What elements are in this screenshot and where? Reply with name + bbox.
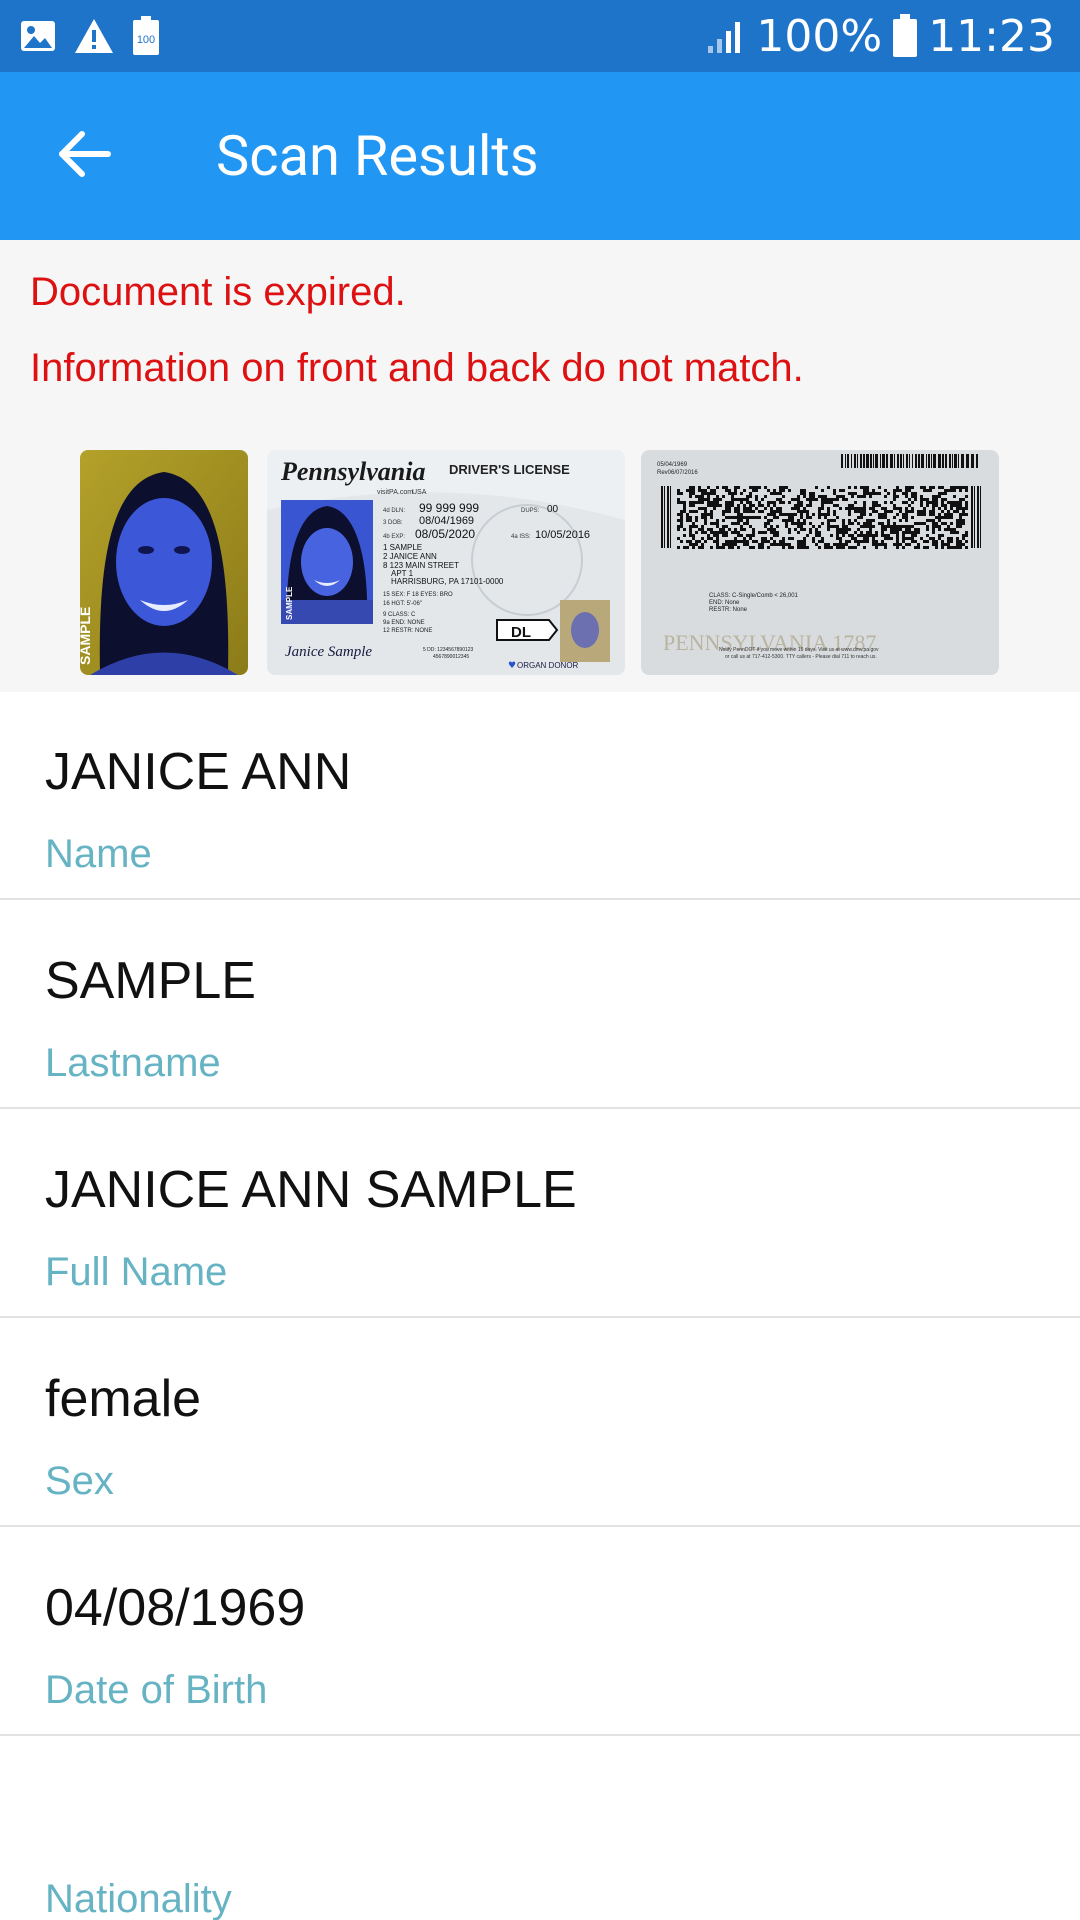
status-bar: 100 100% 11:23 <box>0 0 1080 72</box>
field-label: Date of Birth <box>45 1668 268 1712</box>
svg-text:3 DOB:: 3 DOB: <box>383 520 403 526</box>
field-label: Sex <box>45 1459 114 1503</box>
svg-text:4567890012345: 4567890012345 <box>433 654 469 660</box>
signature: Janice Sample <box>285 644 372 660</box>
image-icon <box>20 18 56 54</box>
status-system: 100% 11:23 <box>706 0 1055 72</box>
svg-text:RESTR: None: RESTR: None <box>709 607 748 613</box>
field-date-of-birth: 04/08/1969 Date of Birth <box>0 1528 1080 1736</box>
svg-text:9a END: NONE: 9a END: NONE <box>383 620 425 626</box>
battery-saver-text: 100 <box>137 34 155 46</box>
svg-text:Notify PennDOT if you move wit: Notify PennDOT if you move within 15 day… <box>719 647 879 653</box>
field-label: Name <box>45 832 152 876</box>
battery-percent: 100% <box>756 10 883 62</box>
field-full-name: JANICE ANN SAMPLE Full Name <box>0 1110 1080 1318</box>
field-nationality: Nationality <box>0 1737 1080 1920</box>
field-label: Nationality <box>45 1877 232 1920</box>
svg-text:ORGAN DONOR: ORGAN DONOR <box>517 661 579 670</box>
svg-text:DUPS:: DUPS: <box>521 508 540 514</box>
svg-text:SAMPLE: SAMPLE <box>285 586 294 620</box>
mismatch-warning: Information on front and back do not mat… <box>30 346 804 390</box>
svg-text:visitPA.com: visitPA.com <box>377 489 413 496</box>
svg-text:4d DLN:: 4d DLN: <box>383 508 405 514</box>
svg-text:08/04/1969: 08/04/1969 <box>419 515 474 527</box>
svg-text:USA: USA <box>412 489 427 496</box>
svg-text:4b EXP:: 4b EXP: <box>383 534 405 540</box>
license-type: DRIVER'S LICENSE <box>449 462 570 477</box>
license-back-image[interactable]: 05/04/1969 Rev06/07/2016 CLASS: C-Single… <box>641 450 999 675</box>
svg-text:4a ISS:: 4a ISS: <box>511 534 531 540</box>
scan-summary: Document is expired. Information on fron… <box>0 240 1080 692</box>
svg-text:08/05/2020: 08/05/2020 <box>415 527 475 541</box>
svg-text:2 JANICE ANN: 2 JANICE ANN <box>383 552 437 561</box>
field-value: SAMPLE <box>45 952 256 1010</box>
back-button[interactable] <box>40 112 128 200</box>
svg-text:9 CLASS: C: 9 CLASS: C <box>383 612 416 618</box>
svg-text:DL: DL <box>511 624 531 641</box>
svg-text:END: None: END: None <box>709 600 740 606</box>
svg-text:05/04/1969: 05/04/1969 <box>657 462 688 468</box>
expired-warning: Document is expired. <box>30 270 406 314</box>
field-value: JANICE ANN <box>45 743 352 801</box>
svg-text:16 HGT: 5'-06": 16 HGT: 5'-06" <box>383 601 422 607</box>
screen: 100 100% 11:23 Scan Results Document is … <box>0 0 1080 1920</box>
svg-text:1 SAMPLE: 1 SAMPLE <box>383 543 422 552</box>
photo-sample-mark: SAMPLE <box>80 607 93 665</box>
svg-text:99 999 999: 99 999 999 <box>419 501 479 515</box>
status-notifications: 100 <box>20 0 160 72</box>
svg-text:♥: ♥ <box>508 661 516 671</box>
svg-text:CLASS: C-Single/Comb < 26,001: CLASS: C-Single/Comb < 26,001 <box>709 593 799 599</box>
svg-text:00: 00 <box>547 504 559 515</box>
clock: 11:23 <box>928 10 1055 62</box>
field-value: 04/08/1969 <box>45 1579 306 1637</box>
arrow-left-icon <box>56 130 112 183</box>
svg-text:5 DD: 1234567890123: 5 DD: 1234567890123 <box>423 647 474 653</box>
battery-icon <box>892 14 918 58</box>
signal-icon <box>706 18 746 54</box>
page-title: Scan Results <box>216 123 539 189</box>
state-name: Pennsylvania <box>280 457 425 486</box>
field-value: JANICE ANN SAMPLE <box>45 1161 577 1219</box>
field-label: Full Name <box>45 1250 228 1294</box>
field-sex: female Sex <box>0 1319 1080 1527</box>
field-name: JANICE ANN Name <box>0 692 1080 900</box>
svg-text:12 RESTR: NONE: 12 RESTR: NONE <box>383 628 432 634</box>
svg-text:15 SEX: F 18 EYES: BRO: 15 SEX: F 18 EYES: BRO <box>383 592 453 598</box>
svg-text:HARRISBURG, PA 17101-0000: HARRISBURG, PA 17101-0000 <box>391 577 504 586</box>
field-value: female <box>45 1370 202 1428</box>
field-label: Lastname <box>45 1041 221 1085</box>
field-lastname: SAMPLE Lastname <box>0 901 1080 1109</box>
battery-saver-icon: 100 <box>132 16 160 56</box>
svg-text:or call us at 717-412-5300. TT: or call us at 717-412-5300. TTY callers … <box>725 654 877 660</box>
face-photo[interactable]: SAMPLE <box>80 450 248 675</box>
svg-text:Rev06/07/2016: Rev06/07/2016 <box>657 470 698 476</box>
warning-icon <box>74 18 114 54</box>
svg-text:10/05/2016: 10/05/2016 <box>535 529 590 541</box>
license-front-image[interactable]: Pennsylvania visitPA.com USA DRIVER'S LI… <box>267 450 625 675</box>
app-bar: Scan Results <box>0 72 1080 240</box>
